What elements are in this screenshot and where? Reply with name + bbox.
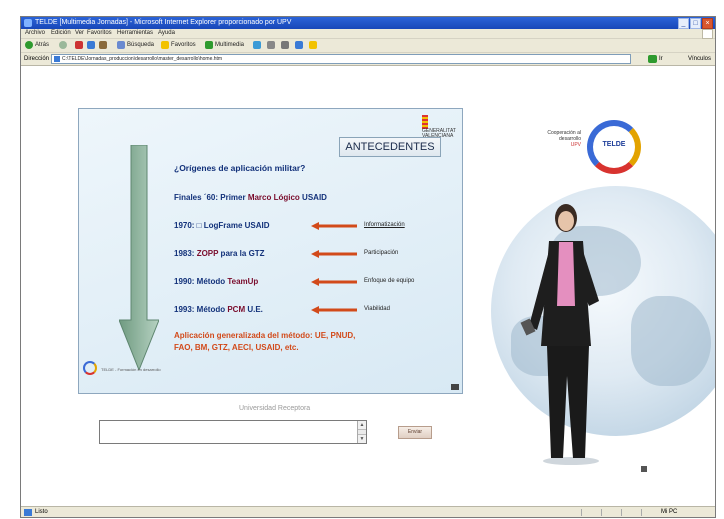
universidad-label: Universidad Receptora [239, 405, 311, 412]
favorites-icon[interactable] [161, 41, 169, 49]
maximize-button[interactable]: □ [690, 18, 701, 29]
label-informatizacion: Informatización [364, 222, 405, 228]
minimize-button[interactable]: _ [678, 18, 689, 29]
menu-ver[interactable]: Ver [75, 29, 84, 38]
forward-icon[interactable] [59, 41, 67, 49]
down-arrow-icon [119, 145, 159, 370]
ie-icon [24, 19, 32, 27]
universidad-textarea[interactable]: ▲ ▼ [99, 420, 367, 444]
windows-logo-icon [702, 29, 713, 39]
mail-icon[interactable] [267, 41, 275, 49]
slide-item-1983: 1983: ZOPP para la GTZ [174, 249, 265, 258]
slide-question: ¿Orígenes de aplicación militar? [174, 163, 306, 173]
home-icon[interactable] [99, 41, 107, 49]
send-button[interactable]: Enviar [398, 426, 432, 439]
slide-item-1990: 1990: Método TeamUp [174, 277, 259, 286]
telde-small-logo-icon [83, 361, 97, 375]
slide-corner-icon[interactable] [451, 384, 459, 390]
print-icon[interactable] [281, 41, 289, 49]
multimedia-icon[interactable] [205, 41, 213, 49]
page-icon [54, 56, 60, 62]
generalitat-bars-icon [422, 115, 428, 129]
slide-footer-small: TELDE - Formación en desarrollo [101, 367, 161, 372]
slide-heading: ANTECEDENTES [339, 137, 441, 157]
address-label: Dirección [24, 56, 50, 62]
close-button[interactable]: × [702, 18, 713, 29]
status-zone: Mi PC [661, 509, 678, 515]
toolbar: Atrás Búsqueda Favoritos Multimedia [21, 39, 715, 53]
menu-ayuda[interactable]: Ayuda [158, 29, 175, 38]
status-divider [581, 509, 582, 516]
slide-footer-line-1: Aplicación generalizada del método: UE, … [174, 331, 356, 340]
generalitat-logo: GENERALITAT VALENCIANA [422, 115, 456, 139]
refresh-icon[interactable] [87, 41, 95, 49]
history-icon[interactable] [253, 41, 261, 49]
messenger-icon[interactable] [309, 41, 317, 49]
slide-footer-line-2: FAO, BM, GTZ, AECI, USAID, etc. [174, 343, 299, 352]
menu-favoritos[interactable]: Favoritos [87, 29, 112, 38]
address-input[interactable]: C:\TELDE\Jornadas_produccion\desarrollo\… [51, 54, 631, 64]
address-bar: Dirección C:\TELDE\Jornadas_produccion\d… [21, 53, 715, 66]
presentation-slide: GENERALITAT VALENCIANA ANTECEDENTES ¿Orí… [78, 108, 463, 394]
label-participacion: Participación [364, 250, 399, 256]
scroll-down-icon[interactable]: ▼ [358, 434, 366, 443]
page-content: Cooperación al desarrollo UPV TELDE GENE… [21, 66, 715, 506]
slide-item-1993: 1993: Método PCM U.E. [174, 305, 263, 314]
left-arrow-icon [311, 278, 357, 286]
menu-bar: Archivo Edición Ver Favoritos Herramient… [21, 29, 715, 39]
status-divider [621, 509, 622, 516]
brand-sub: UPV [570, 142, 581, 148]
go-button[interactable]: Ir [659, 55, 663, 63]
telde-ring-text: TELDE [602, 141, 626, 148]
left-arrow-icon [311, 250, 357, 258]
telde-ring-icon: TELDE [587, 120, 641, 174]
browser-window: TELDE [Multimedia Jornadas] - Microsoft … [20, 16, 716, 518]
label-enfoque-de-equipo: Enfoque de equipo [364, 278, 415, 284]
small-square-icon[interactable] [641, 466, 647, 472]
textarea-scrollbar[interactable]: ▲ ▼ [357, 421, 366, 443]
links-button[interactable]: Vínculos [688, 55, 711, 63]
slide-item-1970: 1970: □ LogFrame USAID [174, 221, 270, 230]
presenter-trousers [547, 346, 589, 458]
go-icon[interactable] [648, 55, 657, 63]
status-text: Listo [35, 509, 48, 515]
presenter-figure [520, 204, 599, 465]
menu-edicion[interactable]: Edición [51, 29, 71, 38]
scroll-up-icon[interactable]: ▲ [358, 421, 366, 430]
status-divider [641, 509, 642, 516]
edit-icon[interactable] [295, 41, 303, 49]
stop-icon[interactable] [75, 41, 83, 49]
multimedia-label[interactable]: Multimedia [215, 41, 244, 49]
back-icon[interactable] [25, 41, 33, 49]
status-page-icon [24, 509, 32, 516]
presenter-blouse [557, 242, 575, 306]
title-bar: TELDE [Multimedia Jornadas] - Microsoft … [21, 17, 715, 29]
back-label[interactable]: Atrás [35, 41, 49, 49]
label-viabilidad: Viabilidad [364, 306, 390, 312]
status-divider [601, 509, 602, 516]
status-bar: Listo Mi PC [21, 506, 715, 517]
brand-text: Cooperación al desarrollo [547, 130, 581, 142]
menu-herramientas[interactable]: Herramientas [117, 29, 153, 38]
search-icon[interactable] [117, 41, 125, 49]
window-controls: _ □ × [678, 18, 713, 29]
address-url: C:\TELDE\Jornadas_produccion\desarrollo\… [62, 56, 223, 62]
window-title: TELDE [Multimedia Jornadas] - Microsoft … [35, 19, 292, 26]
left-arrow-icon [311, 306, 357, 314]
presenter-face [558, 211, 574, 231]
telde-logo: Cooperación al desarrollo UPV TELDE [531, 120, 651, 180]
left-arrow-icon [311, 222, 357, 230]
favorites-label[interactable]: Favoritos [171, 41, 196, 49]
presenter-shadow [543, 457, 599, 465]
telde-logo-text: Cooperación al desarrollo UPV [531, 130, 581, 148]
search-label[interactable]: Búsqueda [127, 41, 154, 49]
continent-shape [631, 296, 711, 386]
menu-archivo[interactable]: Archivo [25, 29, 45, 38]
slide-line-1: Finales ´60: Primer Marco Lógico USAID [174, 193, 327, 202]
